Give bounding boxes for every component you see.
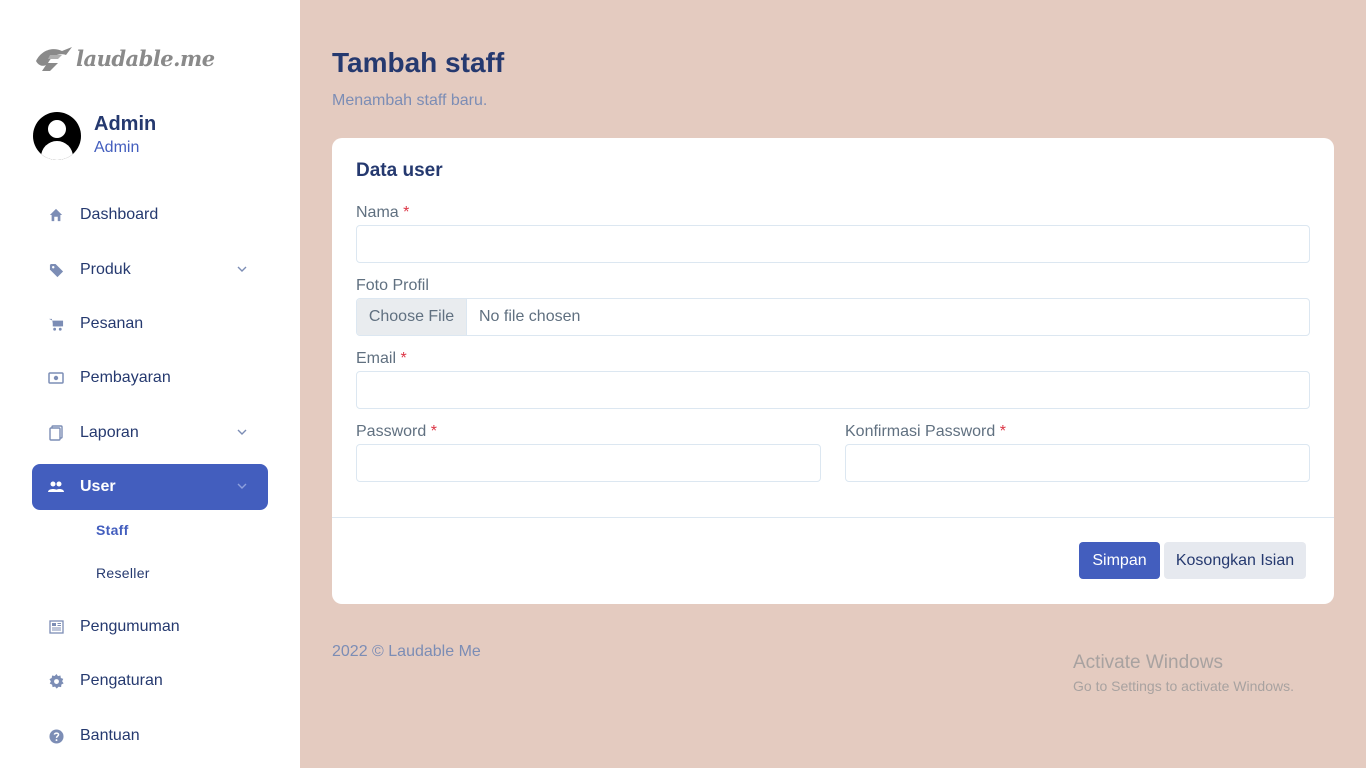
save-button[interactable]: Simpan xyxy=(1079,542,1160,579)
question-icon xyxy=(48,728,64,744)
choose-file-button[interactable]: Choose File xyxy=(357,299,467,335)
sidebar-item-label: Produk xyxy=(80,261,131,278)
sidebar-item-label: Dashboard xyxy=(80,206,159,223)
sidebar-item-laporan[interactable]: Laporan xyxy=(32,410,268,456)
page-title: Tambah staff xyxy=(332,47,505,78)
sidebar-item-dashboard[interactable]: Dashboard xyxy=(32,192,268,238)
card-divider xyxy=(332,517,1334,518)
foto-profil-label: Foto Profil xyxy=(356,277,429,294)
logo-mark-icon xyxy=(36,47,72,71)
nama-label: Nama * xyxy=(356,204,410,221)
windows-activation-watermark: Activate Windows Go to Settings to activ… xyxy=(1073,652,1294,696)
profile-role: Admin xyxy=(94,139,140,156)
sidebar-item-pengaturan[interactable]: Pengaturan xyxy=(32,658,268,704)
sidebar-item-produk[interactable]: Produk xyxy=(32,247,268,293)
cart-icon xyxy=(48,316,64,332)
avatar xyxy=(33,112,81,160)
sidebar-item-label: User xyxy=(80,478,116,495)
form-card: Data user Nama * Foto Profil Choose File… xyxy=(332,138,1334,604)
logo[interactable]: laudable.me xyxy=(32,40,215,76)
sidebar-item-label: Pesanan xyxy=(80,315,144,332)
cash-icon xyxy=(48,370,64,386)
required-mark: * xyxy=(403,204,410,221)
sidebar-item-label: Bantuan xyxy=(80,727,140,744)
people-icon xyxy=(48,479,64,495)
watermark-title: Activate Windows xyxy=(1073,652,1223,673)
chevron-down-icon xyxy=(237,266,247,272)
nama-input[interactable] xyxy=(356,225,1310,263)
sidebar-item-user[interactable]: User xyxy=(32,464,268,510)
sidebar-item-pesanan[interactable]: Pesanan xyxy=(32,301,268,347)
required-mark: * xyxy=(400,350,407,367)
gear-icon xyxy=(48,673,64,689)
chevron-down-icon xyxy=(237,429,247,435)
home-icon xyxy=(48,207,64,223)
foto-profil-file-input[interactable]: Choose File No file chosen xyxy=(356,298,1310,336)
watermark-subtitle: Go to Settings to activate Windows. xyxy=(1073,678,1294,694)
profile-name: Admin xyxy=(94,113,157,135)
sidebar-item-label: Pembayaran xyxy=(80,369,171,386)
sidebar-item-bantuan[interactable]: Bantuan xyxy=(32,713,268,759)
konfirmasi-password-input[interactable] xyxy=(845,444,1310,482)
tag-icon xyxy=(48,262,64,278)
footer-copyright: 2022 © Laudable Me xyxy=(332,643,481,660)
page-subtitle: Menambah staff baru. xyxy=(332,92,488,109)
password-input[interactable] xyxy=(356,444,821,482)
newspaper-icon xyxy=(48,619,64,635)
card-title: Data user xyxy=(356,160,443,181)
sidebar-item-label: Laporan xyxy=(80,424,139,441)
user-profile: Admin Admin xyxy=(33,112,156,160)
konfirmasi-password-label: Konfirmasi Password * xyxy=(845,423,1006,440)
chevron-down-icon xyxy=(237,483,247,489)
sidebar-item-label: Pengumuman xyxy=(80,618,180,635)
reset-form-button[interactable]: Kosongkan Isian xyxy=(1164,542,1306,579)
sidebar-item-pembayaran[interactable]: Pembayaran xyxy=(32,355,268,401)
document-icon xyxy=(48,425,64,441)
sidebar: laudable.me Admin Admin Dashboard Produk xyxy=(0,0,300,768)
password-label: Password * xyxy=(356,423,437,440)
logo-text: laudable.me xyxy=(76,45,215,71)
file-status-text: No file chosen xyxy=(479,308,581,325)
submenu-item-staff[interactable]: Staff xyxy=(96,522,129,538)
submenu-item-reseller[interactable]: Reseller xyxy=(96,565,150,581)
required-mark: * xyxy=(999,423,1006,440)
email-label: Email * xyxy=(356,350,407,367)
email-input[interactable] xyxy=(356,371,1310,409)
sidebar-item-label: Pengaturan xyxy=(80,672,163,689)
sidebar-item-pengumuman[interactable]: Pengumuman xyxy=(32,604,268,650)
required-mark: * xyxy=(430,423,437,440)
